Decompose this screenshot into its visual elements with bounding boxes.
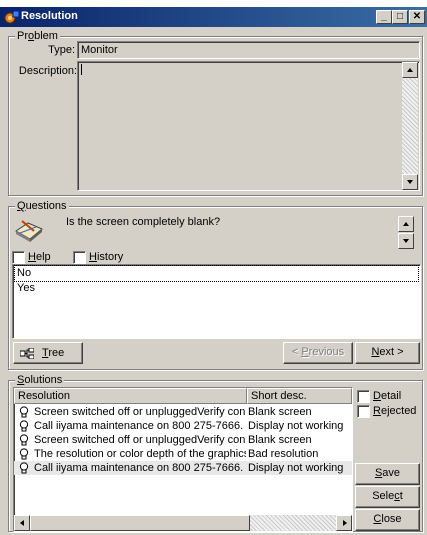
- type-value: Monitor: [81, 44, 118, 56]
- type-label: Type:: [48, 44, 75, 56]
- lightbulb-icon: [19, 448, 29, 460]
- description-scrollbar[interactable]: [402, 62, 418, 190]
- row-resolution: Call iiyama maintenance on 800 275-7666.: [34, 462, 244, 474]
- text-cursor: [81, 64, 82, 75]
- maximize-button[interactable]: □: [392, 10, 408, 24]
- detail-label: Detail: [373, 390, 402, 402]
- question-down-button[interactable]: [398, 233, 414, 249]
- question-up-button[interactable]: [398, 216, 414, 232]
- history-checkbox[interactable]: [73, 251, 86, 264]
- row-resolution: The resolution or color depth of the gra…: [34, 448, 246, 460]
- tree-button-label: Tree: [42, 347, 65, 359]
- minimize-button[interactable]: _: [376, 10, 392, 24]
- rejected-checkbox[interactable]: [357, 405, 370, 418]
- problem-group-label: Problem: [15, 30, 60, 42]
- question-text: Is the screen completely blank?: [66, 216, 221, 228]
- history-label: History: [89, 251, 124, 263]
- scroll-right-button[interactable]: [336, 515, 352, 531]
- question-book-icon: [15, 220, 43, 242]
- save-button[interactable]: Save: [355, 463, 420, 485]
- solutions-group-label: Solutions: [15, 374, 65, 386]
- title-bar[interactable]: Resolution _ □ ✕: [0, 7, 427, 27]
- next-button[interactable]: Next >: [355, 342, 420, 364]
- scroll-up-button[interactable]: [402, 62, 418, 78]
- row-resolution: Screen switched off or unpluggedVerify c…: [34, 434, 246, 446]
- row-short-desc: Display not working: [248, 420, 344, 432]
- row-short-desc: Blank screen: [248, 434, 312, 446]
- detail-checkbox[interactable]: [357, 390, 370, 403]
- table-row-selected[interactable]: Call iiyama maintenance on 800 275-7666.…: [14, 461, 352, 475]
- tree-view-icon: [20, 348, 34, 359]
- arrow-up-icon: [403, 222, 409, 226]
- select-button[interactable]: Select: [355, 486, 420, 508]
- help-checkbox[interactable]: [12, 251, 25, 264]
- scroll-down-button[interactable]: [402, 174, 418, 190]
- lightbulb-icon: [19, 462, 29, 474]
- answer-item-yes[interactable]: Yes: [15, 281, 418, 296]
- table-row[interactable]: Call iiyama maintenance on 800 275-7666.…: [14, 419, 352, 433]
- resolution-window: Resolution _ □ ✕ Problem Type: Monitor D…: [0, 7, 427, 535]
- window-title: Resolution: [21, 10, 78, 22]
- row-short-desc: Bad resolution: [248, 448, 319, 460]
- column-header-resolution[interactable]: Resolution: [14, 388, 247, 404]
- lightbulb-icon: [19, 420, 29, 432]
- column-header-short-desc[interactable]: Short desc.: [247, 388, 352, 404]
- close-window-button[interactable]: ✕: [409, 10, 425, 24]
- row-resolution: Call iiyama maintenance on 800 275-7666.: [34, 420, 244, 432]
- questions-group-label: Questions: [15, 200, 69, 212]
- type-field[interactable]: Monitor: [77, 41, 420, 59]
- row-short-desc: Blank screen: [248, 406, 312, 418]
- arrow-down-icon: [403, 239, 409, 243]
- description-label: Description:: [18, 65, 77, 77]
- wizard-gear-icon: [4, 10, 20, 24]
- answer-item-no[interactable]: No: [14, 265, 419, 282]
- arrow-down-icon: [407, 180, 413, 184]
- lightbulb-icon: [19, 406, 29, 418]
- row-resolution: Screen switched off or unpluggedVerify c…: [34, 406, 246, 418]
- arrow-left-icon: [20, 520, 24, 526]
- scroll-thumb[interactable]: [30, 515, 250, 531]
- table-row[interactable]: The resolution or color depth of the gra…: [14, 447, 352, 461]
- lightbulb-icon: [19, 434, 29, 446]
- table-row[interactable]: Screen switched off or unpluggedVerify c…: [14, 405, 352, 419]
- scroll-left-button[interactable]: [14, 515, 30, 531]
- table-row[interactable]: Screen switched off or unpluggedVerify c…: [14, 433, 352, 447]
- rejected-label: Rejected: [373, 405, 417, 417]
- arrow-up-icon: [407, 68, 413, 72]
- solutions-hscrollbar[interactable]: [14, 515, 352, 531]
- description-field[interactable]: [77, 61, 420, 191]
- arrow-right-icon: [343, 520, 347, 526]
- row-short-desc: Display not working: [248, 462, 344, 474]
- help-label: Help: [28, 251, 51, 263]
- close-button[interactable]: Close: [355, 509, 420, 531]
- tree-button[interactable]: Tree: [13, 342, 83, 364]
- solutions-table[interactable]: Resolution Short desc. Screen switched o…: [13, 387, 353, 532]
- previous-button[interactable]: < Previous: [283, 342, 353, 364]
- answers-list[interactable]: No Yes: [12, 264, 421, 339]
